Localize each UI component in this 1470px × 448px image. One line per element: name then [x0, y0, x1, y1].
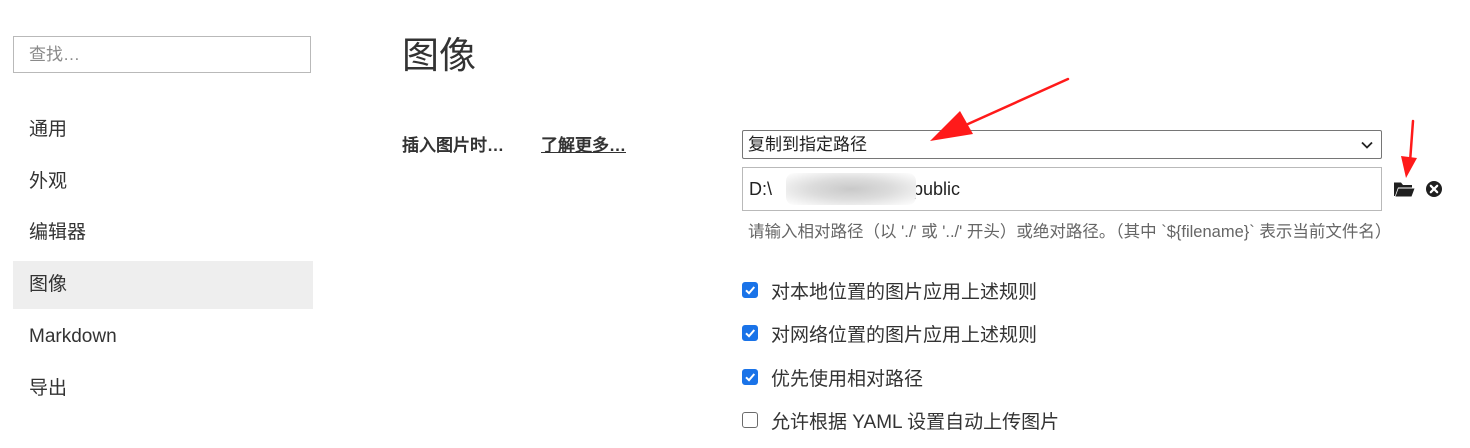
annotation-arrow-to-folder — [1401, 119, 1417, 178]
checkbox-network-images[interactable] — [742, 325, 758, 341]
checkbox-yaml-upload[interactable] — [742, 412, 758, 428]
insert-action-select[interactable]: 复制到指定路径 — [742, 130, 1382, 159]
checkbox-yaml-upload-label: 允许根据 YAML 设置自动上传图片 — [771, 411, 1060, 433]
learn-more-link[interactable]: 了解更多… — [541, 131, 626, 156]
page-title: 图像 — [402, 35, 476, 76]
sidebar-item-markdown[interactable]: Markdown — [13, 313, 313, 361]
sidebar-item-export[interactable]: 导出 — [13, 365, 313, 413]
checkbox-row-local[interactable]: 对本地位置的图片应用上述规则 — [742, 278, 1038, 303]
checkbox-row-yaml[interactable]: 允许根据 YAML 设置自动上传图片 — [742, 408, 1060, 433]
folder-open-icon[interactable] — [1393, 180, 1415, 198]
checkbox-prefer-relative[interactable] — [742, 369, 758, 385]
path-hint-text: 请输入相对路径（以 './' 或 '../' 开头）或绝对路径。（其中 `${f… — [748, 223, 1392, 241]
insert-action-value: 复制到指定路径 — [748, 135, 867, 154]
checkmark-icon — [745, 286, 756, 295]
redacted-path-blur — [786, 173, 916, 205]
checkbox-prefer-relative-label: 优先使用相对路径 — [771, 368, 924, 390]
sidebar-item-appearance[interactable]: 外观 — [13, 158, 313, 206]
checkbox-row-network[interactable]: 对网络位置的图片应用上述规则 — [742, 321, 1038, 346]
checkmark-icon — [745, 329, 756, 338]
sidebar-item-editor[interactable]: 编辑器 — [13, 209, 313, 257]
sidebar-item-general[interactable]: 通用 — [13, 106, 313, 154]
close-circle-icon[interactable] — [1425, 180, 1443, 198]
checkbox-local-images-label: 对本地位置的图片应用上述规则 — [771, 281, 1038, 303]
checkbox-network-images-label: 对网络位置的图片应用上述规则 — [771, 324, 1038, 346]
sidebar-item-image[interactable]: 图像 — [13, 261, 313, 309]
checkbox-local-images[interactable] — [742, 282, 758, 298]
path-prefix: D:\ — [749, 179, 773, 199]
checkbox-row-relative[interactable]: 优先使用相对路径 — [742, 365, 924, 390]
insert-image-label: 插入图片时… — [402, 136, 504, 155]
search-input[interactable] — [13, 36, 311, 73]
chevron-down-icon — [1361, 141, 1373, 149]
checkmark-icon — [745, 373, 756, 382]
